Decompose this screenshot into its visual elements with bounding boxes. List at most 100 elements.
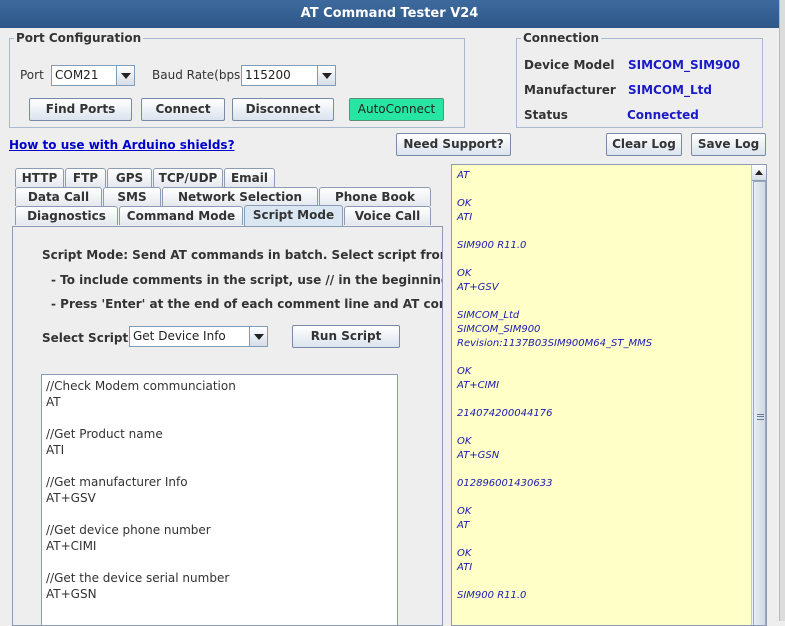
script-line: //Get Product name	[46, 427, 163, 441]
manufacturer-label: Manufacturer	[524, 83, 616, 97]
script-select[interactable]: Get Device Info	[129, 326, 268, 347]
log-line: 214074200044176	[457, 408, 553, 419]
chevron-down-icon[interactable]	[116, 66, 134, 85]
device-model-label: Device Model	[524, 58, 615, 72]
tab-script-mode[interactable]: Script Mode	[244, 205, 343, 226]
script-line: //Get manufacturer Info	[46, 475, 188, 489]
baud-rate-label: Baud Rate(bps)	[152, 68, 245, 82]
script-select-value: Get Device Info	[133, 329, 226, 343]
log-line: SIMCOM_SIM900	[457, 324, 541, 335]
script-line	[42, 618, 397, 625]
log-line: AT+GSV	[457, 282, 499, 293]
log-output[interactable]: AT OK ATI SIM900 R11.0 OK AT+GSV SIMCOM_…	[451, 164, 767, 626]
log-line: OK	[457, 548, 472, 559]
save-log-button[interactable]: Save Log	[691, 133, 766, 156]
grip-icon	[757, 414, 764, 420]
chevron-down-icon[interactable]	[317, 66, 335, 85]
script-line: AT+CIMI	[46, 539, 97, 553]
log-line: SIMCOM_Ltd	[457, 310, 520, 321]
tab-phone-book[interactable]: Phone Book	[319, 187, 431, 206]
log-line: AT+GSN	[457, 450, 500, 461]
log-line: OK	[457, 436, 472, 447]
script-mode-panel: Script Mode: Send AT commands in batch. …	[12, 226, 443, 626]
log-line: SIM900 R11.0	[457, 590, 527, 601]
log-line: ATI	[457, 562, 473, 573]
tab-command-mode[interactable]: Command Mode	[119, 206, 243, 225]
status-value: Connected	[627, 108, 699, 122]
disconnect-button[interactable]: Disconnect	[232, 98, 334, 121]
script-line	[42, 602, 397, 618]
chevron-down-icon[interactable]	[249, 327, 267, 346]
baud-rate-select[interactable]: 115200	[241, 65, 336, 86]
tab-sms[interactable]: SMS	[103, 187, 161, 206]
manufacturer-value: SIMCOM_Ltd	[628, 83, 712, 97]
script-line	[42, 554, 397, 570]
find-ports-button[interactable]: Find Ports	[29, 98, 132, 121]
script-mode-intro: Script Mode: Send AT commands in batch. …	[42, 248, 442, 262]
tab-tcp-udp[interactable]: TCP/UDP	[153, 168, 223, 187]
port-configuration-legend: Port Configuration	[16, 31, 142, 45]
log-line: ATI	[457, 212, 473, 223]
log-line: OK	[457, 198, 472, 209]
tab-diagnostics[interactable]: Diagnostics	[15, 206, 118, 225]
tab-email[interactable]: Email	[224, 168, 275, 187]
script-line: //Get the device serial number	[46, 571, 230, 585]
script-editor[interactable]: //Check Modem communciation AT //Get Pro…	[41, 374, 398, 625]
script-mode-note-enter: - Press 'Enter' at the end of each comme…	[51, 297, 442, 311]
log-line: AT	[457, 520, 470, 531]
log-line: SIM900 R11.0	[457, 240, 527, 251]
log-line: 012896001430633	[457, 478, 553, 489]
log-line: OK	[457, 366, 472, 377]
log-line: AT	[457, 170, 470, 181]
log-line: AT+CIMI	[457, 380, 500, 391]
tab-data-call[interactable]: Data Call	[15, 187, 102, 206]
select-script-label: Select Script	[42, 331, 129, 345]
script-line: AT	[46, 395, 61, 409]
need-support-button[interactable]: Need Support?	[396, 133, 511, 156]
port-label: Port	[20, 68, 44, 82]
script-line	[42, 506, 397, 522]
connection-legend: Connection	[523, 31, 600, 45]
tab-network-selection[interactable]: Network Selection	[162, 187, 318, 206]
tab-voice-call[interactable]: Voice Call	[344, 206, 431, 225]
window-title: AT Command Tester V24	[0, 0, 779, 28]
arduino-shields-link[interactable]: How to use with Arduino shields?	[9, 138, 235, 152]
tab-gps[interactable]: GPS	[107, 168, 152, 187]
log-line: Revision:1137B03SIM900M64_ST_MMS	[457, 338, 653, 349]
tab-ftp[interactable]: FTP	[65, 168, 106, 187]
port-select[interactable]: COM21	[51, 65, 135, 86]
tab-http[interactable]: HTTP	[15, 168, 64, 187]
log-line: OK	[457, 268, 472, 279]
chevron-up-icon[interactable]	[752, 165, 766, 181]
status-label: Status	[524, 108, 568, 122]
clear-log-button[interactable]: Clear Log	[606, 133, 682, 156]
autoconnect-button[interactable]: AutoConnect	[349, 98, 444, 121]
scrollbar-thumb[interactable]	[753, 181, 766, 625]
run-script-button[interactable]: Run Script	[292, 325, 400, 348]
script-line	[42, 410, 397, 426]
device-model-value: SIMCOM_SIM900	[628, 58, 741, 72]
script-line: AT+GSN	[46, 587, 97, 601]
log-line: OK	[457, 506, 472, 517]
baud-rate-select-value: 115200	[245, 68, 291, 82]
script-line: //Check Modem communciation	[46, 379, 236, 393]
script-line	[42, 458, 397, 474]
log-scrollbar[interactable]	[751, 165, 766, 625]
script-mode-note-comments: - To include comments in the script, use…	[51, 273, 443, 287]
script-line: //Get device phone number	[46, 523, 211, 537]
port-select-value: COM21	[55, 68, 99, 82]
script-line: ATI	[46, 443, 65, 457]
connect-button[interactable]: Connect	[141, 98, 225, 121]
